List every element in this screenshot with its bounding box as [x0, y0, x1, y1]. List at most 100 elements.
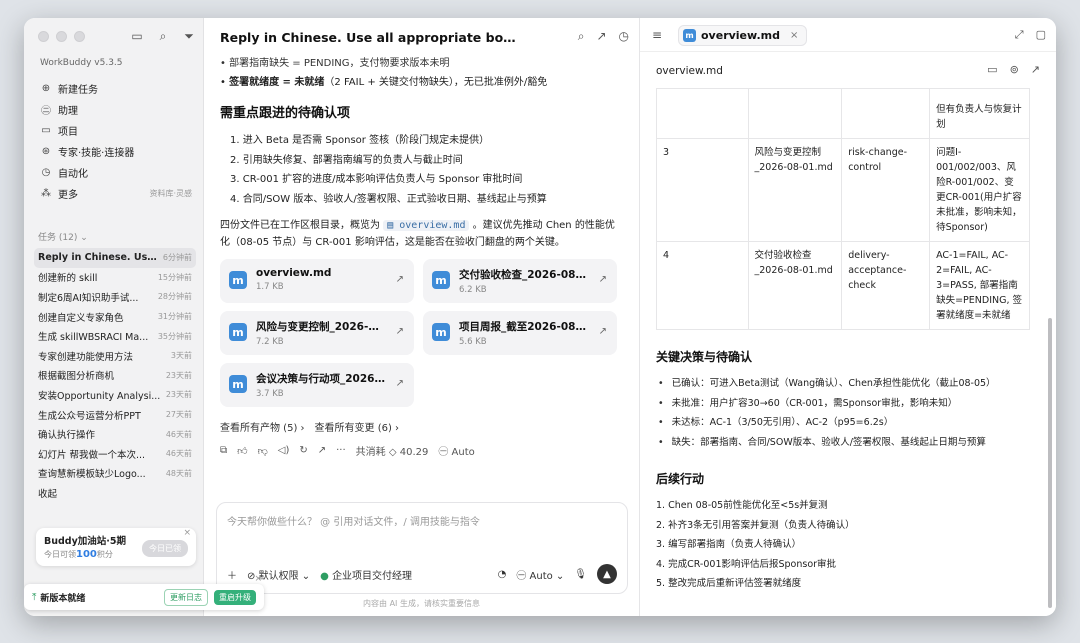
update-banner: ⤒ 新版本就绪 更新日志 重启升级 × — [24, 574, 264, 610]
task-time: 23天前 — [165, 390, 192, 400]
close-window-button[interactable] — [38, 31, 49, 42]
add-icon[interactable]: ＋ — [227, 567, 237, 582]
open-arrow-icon[interactable]: ↗ — [599, 326, 607, 337]
sidebar-item[interactable]: ▭ 项目 — [34, 120, 196, 141]
speaker-icon[interactable]: ◁) — [278, 445, 290, 456]
file-reference-link[interactable]: ▤ overview.md — [383, 220, 470, 231]
tab-close-icon[interactable]: × — [790, 30, 798, 41]
file-card[interactable]: m 交付验收检查_2026-08-0... 6.2 KB ↗ — [423, 259, 617, 303]
share-icon[interactable]: ↗ — [596, 29, 606, 44]
sidebar-item-hint: 资料库·灵感 — [149, 189, 192, 198]
search-icon[interactable]: ⌕ — [155, 28, 171, 44]
markdown-file-icon: m — [229, 323, 247, 341]
scrollbar[interactable] — [1048, 318, 1052, 608]
table-cell: 3 — [656, 138, 749, 242]
task-item[interactable]: 专家创建功能使用方法 3天前 — [34, 346, 196, 366]
window-controls — [38, 31, 85, 42]
task-item[interactable]: 制定6周AI知识助手试... 28分钟前 — [34, 287, 196, 307]
share-icon[interactable]: ↗ — [318, 445, 326, 456]
sidebar-item[interactable]: ◷ 自动化 — [34, 162, 196, 183]
tab-overview[interactable]: m overview.md × — [678, 25, 808, 46]
sidebar-item[interactable]: ⁂ 更多 资料库·灵感 — [34, 183, 196, 204]
microphone-icon[interactable]: 🎙︎ — [574, 569, 587, 580]
panel-icon[interactable]: ▢ — [1036, 28, 1046, 42]
task-item[interactable]: 根据截图分析商机 23天前 — [34, 366, 196, 386]
file-size: 6.2 KB — [459, 285, 487, 295]
file-name: 风险与变更控制_2026-08... — [256, 321, 386, 333]
maximize-window-button[interactable] — [74, 31, 85, 42]
sidebar-item[interactable]: ⊛ 专家·技能·连接器 — [34, 141, 196, 162]
promo-close-icon[interactable]: × — [183, 528, 191, 538]
task-item[interactable]: 生成公众号运营分析PPT 27天前 — [34, 405, 196, 425]
task-item[interactable]: 生成 skillWBSRACI Ma... 35分钟前 — [34, 326, 196, 346]
list-item: 4. 完成CR-001影响评估后报Sponsor审批 — [656, 558, 837, 570]
expand-icon[interactable]: ⤢ — [1015, 28, 1024, 42]
task-item[interactable]: Reply in Chinese. Use ... 6分钟前 — [34, 248, 196, 268]
task-item[interactable]: 创建新的 skill 15分钟前 — [34, 268, 196, 288]
view-products-link[interactable]: 查看所有产物 (5) › — [220, 419, 305, 434]
regenerate-icon[interactable]: ↻ — [299, 445, 307, 456]
task-item[interactable]: 收起 — [34, 483, 196, 503]
sidebar-item[interactable]: ⊕ 新建任务 — [34, 78, 196, 99]
open-arrow-icon[interactable]: ↗ — [396, 326, 404, 337]
table-row: 但有负责人与恢复计划 — [656, 88, 1030, 139]
task-title: 生成 skillWBSRACI Ma... — [38, 332, 149, 344]
file-card[interactable]: m overview.md 1.7 KB ↗ — [220, 259, 414, 303]
task-item[interactable]: 创建自定义专家角色 31分钟前 — [34, 307, 196, 327]
thumbs-up-icon[interactable]: 👍︎ — [237, 445, 247, 457]
task-list: Reply in Chinese. Use ... 6分钟前 创建新的 skill 1… — [34, 248, 196, 503]
file-card[interactable]: m 风险与变更控制_2026-08... 7.2 KB ↗ — [220, 311, 414, 355]
folder-icon[interactable]: ▭ — [987, 63, 997, 76]
list-item: 4. 合同/SOW 版本、验收人/签署权限、正式验收日期、基线起止与预算 — [230, 193, 547, 205]
minimize-window-button[interactable] — [56, 31, 67, 42]
task-item[interactable]: 幻灯片 帮我做一个本次... 46天前 — [34, 444, 196, 464]
sidebar-item[interactable]: ㊁助理 — [34, 99, 196, 120]
file-card[interactable]: m 项目周报_截至2026-08-0... 5.6 KB ↗ — [423, 311, 617, 355]
task-time: 15分钟前 — [157, 272, 192, 282]
share-icon[interactable]: ↗ — [1031, 63, 1040, 76]
changelog-button[interactable]: 更新日志 — [164, 588, 208, 606]
chat-input-box[interactable]: 今天帮你做些什么？ @ 引用对话文件，/ 调用技能与指令 ＋ ⊘ 默认权限 ⌄ … — [216, 502, 628, 594]
file-path: overview.md — [656, 65, 723, 77]
open-external-icon[interactable]: ⊚ — [1010, 63, 1019, 76]
history-icon[interactable]: ◷ — [619, 29, 629, 44]
message-heading: 需重点跟进的待确认项 — [220, 106, 351, 121]
agent-selector[interactable]: ● 企业项目交付经理 — [320, 567, 412, 582]
filter-icon[interactable]: ⏷ — [181, 28, 197, 44]
open-arrow-icon[interactable]: ↗ — [396, 274, 404, 285]
sidebar-tools: ▭ ⌕ ⏷ — [129, 28, 197, 44]
chat-input-placeholder[interactable]: 今天帮你做些什么？ @ 引用对话文件，/ 调用技能与指令 — [227, 513, 480, 528]
promo-card[interactable]: Buddy加油站·5期 今日可领100积分 今日已领 × — [36, 528, 196, 566]
restart-upgrade-button[interactable]: 重启升级 — [214, 589, 256, 605]
sidebar-item-label: 自动化 — [58, 169, 88, 180]
more-icon[interactable]: ··· — [336, 445, 346, 456]
model-selector[interactable]: ㊀ Auto ⌄ — [516, 567, 564, 582]
brand-name: WorkBuddy — [40, 58, 92, 68]
consumption-text: 共消耗 ◇ 40.29 — [355, 447, 429, 458]
open-arrow-icon[interactable]: ↗ — [396, 378, 404, 389]
view-changes-link[interactable]: 查看所有变更 (6) › — [315, 419, 400, 434]
section-heading-decisions: 关键决策与待确认 — [656, 350, 753, 364]
update-close-icon[interactable]: × — [254, 574, 262, 584]
menu-icon[interactable]: ≡ — [652, 28, 662, 42]
table-cell: 但有负责人与恢复计划 — [929, 88, 1030, 139]
thumbs-down-icon[interactable]: 👎︎ — [258, 445, 268, 457]
promo-claim-button[interactable]: 今日已领 — [142, 540, 188, 557]
open-arrow-icon[interactable]: ↗ — [599, 274, 607, 285]
copy-icon[interactable]: ⧉ — [220, 445, 227, 456]
task-item[interactable]: 安装Opportunity Analysi... 23天前 — [34, 385, 196, 405]
message-actions: ⧉ 👍︎ 👎︎ ◁) ↻ ↗ ··· 共消耗 ◇ 40.29 ㊀ Auto — [220, 443, 624, 458]
task-item[interactable]: 查询慧新模板缺少Logo... 48天前 — [34, 464, 196, 484]
file-size: 5.6 KB — [459, 337, 487, 347]
task-time: 28分钟前 — [157, 292, 192, 302]
task-item[interactable]: 确认执行操作 46天前 — [34, 424, 196, 444]
list-item: 2. 补齐3条无引用答案并复测（负责人待确认） — [656, 519, 855, 531]
markdown-file-icon: m — [432, 271, 450, 289]
tasks-header[interactable]: 任务 (12) ⌄ — [38, 230, 88, 243]
file-card[interactable]: m 会议决策与行动项_2026-... 3.7 KB ↗ — [220, 363, 414, 407]
send-button[interactable]: ▲ — [597, 564, 617, 584]
search-icon[interactable]: ⌕ — [578, 29, 585, 44]
brand-version: v5.3.5 — [94, 58, 123, 68]
chat-title: Reply in Chinese. Use all appropriate bo… — [220, 30, 520, 45]
toggle-sidebar-icon[interactable]: ▭ — [129, 28, 145, 44]
